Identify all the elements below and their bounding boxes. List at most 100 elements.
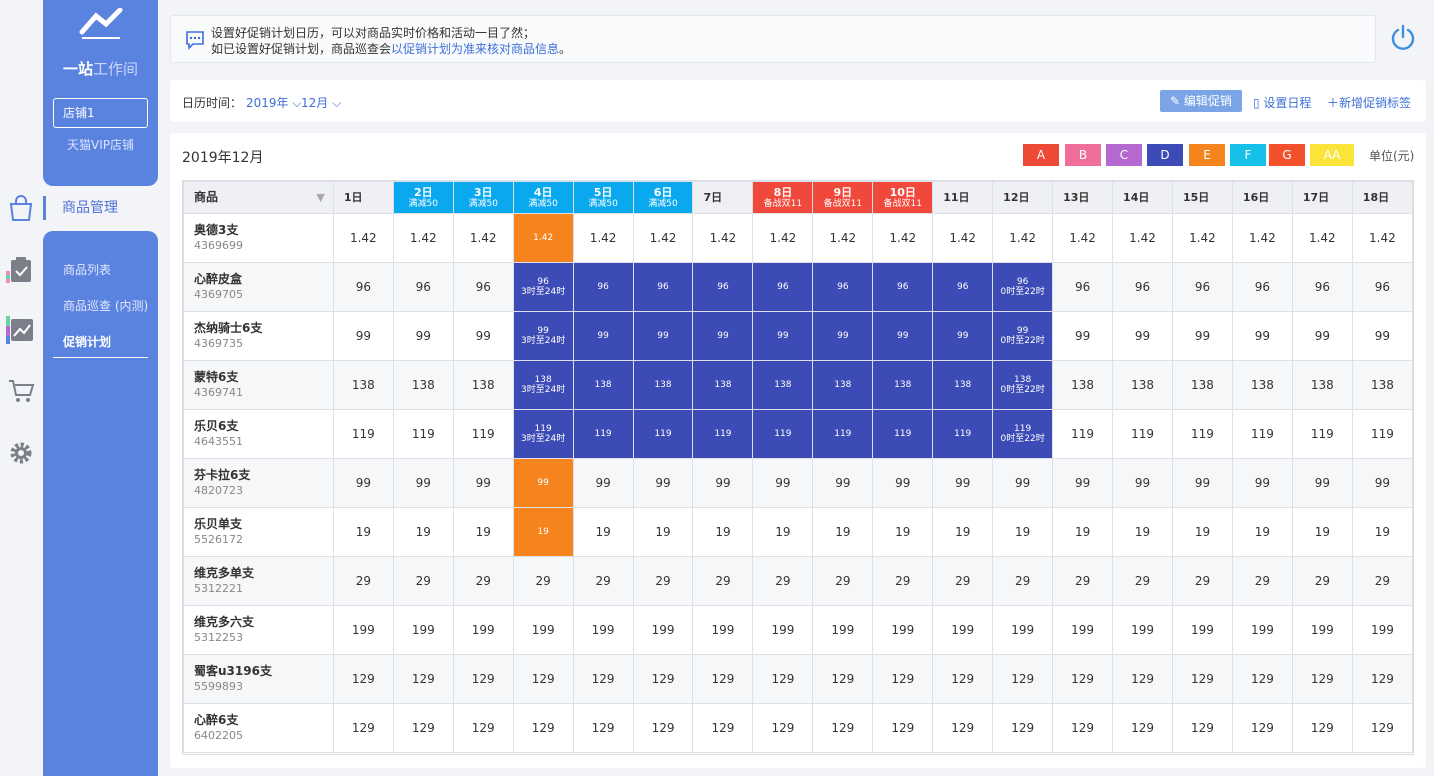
price-cell[interactable]: 99: [752, 458, 814, 508]
price-cell[interactable]: 138: [632, 360, 694, 410]
price-cell[interactable]: 129: [932, 703, 994, 753]
price-cell[interactable]: 99 0时至22时: [992, 311, 1054, 361]
price-cell[interactable]: 138: [1351, 360, 1413, 410]
price-cell[interactable]: 29: [572, 556, 634, 606]
price-cell[interactable]: 119: [452, 409, 514, 459]
price-cell[interactable]: 138 3时至24时: [512, 360, 574, 410]
price-cell[interactable]: 19: [1351, 507, 1413, 557]
price-cell[interactable]: 99: [932, 458, 994, 508]
price-cell[interactable]: 99: [1351, 458, 1413, 508]
price-cell[interactable]: 99: [332, 311, 394, 361]
cart-icon[interactable]: [6, 376, 36, 406]
price-cell[interactable]: 119: [1291, 409, 1353, 459]
price-cell[interactable]: 19: [1291, 507, 1353, 557]
day-header-5[interactable]: 5日 满减50: [572, 181, 634, 214]
price-cell[interactable]: 99: [1231, 311, 1293, 361]
year-dropdown[interactable]: 2019年 ⌵: [246, 94, 301, 111]
price-cell[interactable]: 129: [1351, 703, 1413, 753]
price-cell[interactable]: 199: [692, 605, 754, 655]
day-header-8[interactable]: 8日 备战双11: [752, 181, 814, 214]
price-cell[interactable]: 1.42: [572, 213, 634, 263]
price-cell[interactable]: 96: [1351, 262, 1413, 312]
price-cell[interactable]: 99: [1112, 458, 1173, 508]
price-cell[interactable]: 19: [1171, 507, 1233, 557]
price-cell[interactable]: 96: [1112, 262, 1173, 312]
price-cell[interactable]: 96: [332, 262, 394, 312]
price-cell[interactable]: 19: [512, 507, 574, 557]
day-header-13[interactable]: 13日: [1052, 181, 1114, 214]
price-cell[interactable]: 99: [692, 311, 754, 361]
price-cell[interactable]: 19: [332, 507, 394, 557]
price-cell[interactable]: 99: [452, 458, 514, 508]
price-cell[interactable]: 129: [332, 703, 394, 753]
tag-g[interactable]: G: [1269, 144, 1305, 166]
price-cell[interactable]: 199: [872, 605, 934, 655]
price-cell[interactable]: 199: [752, 605, 814, 655]
product-cell[interactable]: 蒙特6支 4369741: [183, 360, 334, 410]
product-cell[interactable]: 杰纳骑士6支 4369735: [183, 311, 334, 361]
price-cell[interactable]: 29: [512, 556, 574, 606]
price-cell[interactable]: 138: [692, 360, 754, 410]
price-cell[interactable]: 29: [1231, 556, 1293, 606]
price-cell[interactable]: 119: [392, 409, 454, 459]
day-header-16[interactable]: 16日: [1231, 181, 1293, 214]
price-cell[interactable]: 19: [992, 507, 1054, 557]
price-cell[interactable]: 99: [1052, 311, 1114, 361]
price-cell[interactable]: 99: [452, 311, 514, 361]
edit-promo-button[interactable]: ✎ 编辑促销: [1160, 90, 1242, 112]
price-cell[interactable]: 129: [1052, 703, 1114, 753]
price-cell[interactable]: 129: [1112, 703, 1173, 753]
price-cell[interactable]: 129: [1231, 654, 1293, 704]
price-cell[interactable]: 129: [812, 654, 874, 704]
price-cell[interactable]: 138: [1112, 360, 1173, 410]
price-cell[interactable]: 119 0时至22时: [992, 409, 1054, 459]
price-cell[interactable]: 138: [572, 360, 634, 410]
price-cell[interactable]: 1.42: [932, 213, 994, 263]
price-cell[interactable]: 119: [572, 409, 634, 459]
price-cell[interactable]: 99: [1231, 458, 1293, 508]
price-cell[interactable]: 129: [692, 654, 754, 704]
day-header-10[interactable]: 10日 备战双11: [872, 181, 934, 214]
tag-d[interactable]: D: [1147, 144, 1183, 166]
price-cell[interactable]: 96: [1171, 262, 1233, 312]
product-cell[interactable]: 乐贝单支 5526172: [183, 507, 334, 557]
price-cell[interactable]: 96: [872, 262, 934, 312]
product-cell[interactable]: 乐贝6支 4643551: [183, 409, 334, 459]
price-cell[interactable]: 99: [1291, 458, 1353, 508]
price-cell[interactable]: 96: [1231, 262, 1293, 312]
product-cell[interactable]: 蜀客u3196支 5599893: [183, 654, 334, 704]
price-cell[interactable]: 99: [512, 458, 574, 508]
price-cell[interactable]: 199: [1171, 605, 1233, 655]
price-cell[interactable]: 99: [812, 458, 874, 508]
price-cell[interactable]: 19: [1112, 507, 1173, 557]
price-cell[interactable]: 19: [1052, 507, 1114, 557]
price-cell[interactable]: 99: [752, 311, 814, 361]
price-cell[interactable]: 129: [452, 703, 514, 753]
price-cell[interactable]: 199: [992, 605, 1054, 655]
price-cell[interactable]: 119: [1112, 409, 1173, 459]
price-cell[interactable]: 129: [512, 654, 574, 704]
price-cell[interactable]: 129: [1231, 703, 1293, 753]
price-cell[interactable]: 138: [752, 360, 814, 410]
price-cell[interactable]: 1.42: [1351, 213, 1413, 263]
price-cell[interactable]: 129: [452, 654, 514, 704]
price-cell[interactable]: 129: [812, 703, 874, 753]
price-cell[interactable]: 199: [1351, 605, 1413, 655]
tag-b[interactable]: B: [1065, 144, 1101, 166]
price-cell[interactable]: 96: [1291, 262, 1353, 312]
price-cell[interactable]: 96: [752, 262, 814, 312]
price-cell[interactable]: 99: [572, 458, 634, 508]
price-cell[interactable]: 29: [692, 556, 754, 606]
price-cell[interactable]: 138: [392, 360, 454, 410]
price-cell[interactable]: 138: [332, 360, 394, 410]
price-cell[interactable]: 19: [872, 507, 934, 557]
filter-icon[interactable]: ▼: [316, 191, 324, 204]
day-header-18[interactable]: 18日: [1351, 181, 1413, 214]
settings-gear-icon[interactable]: [6, 438, 36, 468]
price-cell[interactable]: 99: [872, 458, 934, 508]
price-cell[interactable]: 99: [1052, 458, 1114, 508]
price-cell[interactable]: 1.42: [872, 213, 934, 263]
day-header-2[interactable]: 2日 满减50: [392, 181, 454, 214]
price-cell[interactable]: 138: [452, 360, 514, 410]
price-cell[interactable]: 29: [332, 556, 394, 606]
